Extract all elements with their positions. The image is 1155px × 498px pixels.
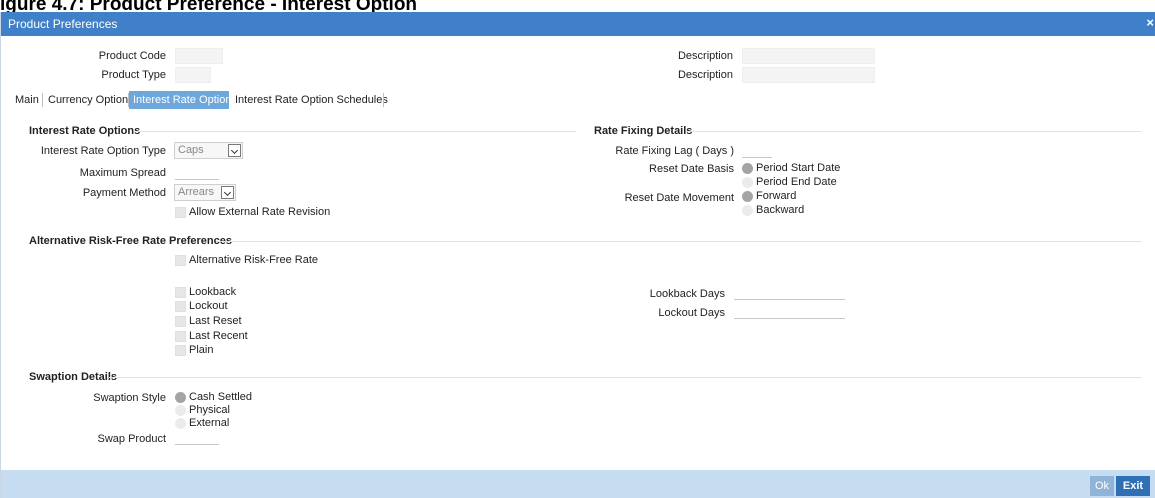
swap-product-label: Swap Product xyxy=(97,433,166,445)
interest-rate-option-type-value: Caps xyxy=(178,144,204,156)
interest-rate-option-type-select[interactable]: Caps xyxy=(174,142,243,159)
lookback-days-label: Lookback Days xyxy=(649,288,725,300)
maximum-spread-field[interactable] xyxy=(175,164,219,180)
cash-settled-radio[interactable] xyxy=(175,392,186,403)
last-reset-checkbox[interactable] xyxy=(175,316,186,327)
lookback-label: Lookback xyxy=(189,286,237,298)
swaption-details-title: Swaption Details xyxy=(29,371,118,383)
lockout-label: Lockout xyxy=(189,300,228,312)
reset-date-basis-label: Reset Date Basis xyxy=(649,163,734,175)
lockout-days-field[interactable] xyxy=(734,303,845,319)
tab-separator xyxy=(42,93,43,107)
lockout-checkbox[interactable] xyxy=(175,301,186,312)
swap-product-field[interactable] xyxy=(175,429,219,445)
swaption-style-label: Swaption Style xyxy=(93,392,166,404)
window-title: Product Preferences xyxy=(8,17,118,31)
last-recent-checkbox[interactable] xyxy=(175,331,186,342)
alternative-risk-free-rate-checkbox[interactable] xyxy=(175,255,186,266)
backward-radio[interactable] xyxy=(742,205,753,216)
physical-radio[interactable] xyxy=(175,405,186,416)
interest-rate-options-title: Interest Rate Options xyxy=(29,125,141,137)
maximum-spread-label: Maximum Spread xyxy=(79,167,166,179)
alternative-risk-free-rate-label: Alternative Risk-Free Rate xyxy=(189,254,318,266)
tab-main[interactable]: Main xyxy=(11,91,43,109)
backward-label: Backward xyxy=(756,204,805,216)
section-divider xyxy=(109,377,1142,378)
chevron-down-icon[interactable] xyxy=(228,144,241,157)
physical-label: Physical xyxy=(189,404,230,416)
reset-date-movement-label: Reset Date Movement xyxy=(624,192,734,204)
tab-interest-rate-option-schedules[interactable]: Interest Rate Option Schedules xyxy=(231,91,392,109)
period-end-date-radio[interactable] xyxy=(742,177,753,188)
chevron-down-icon[interactable] xyxy=(221,186,234,199)
product-code-field[interactable] xyxy=(175,48,223,64)
section-divider xyxy=(216,241,1142,242)
lookback-checkbox[interactable] xyxy=(175,287,186,298)
last-reset-label: Last Reset xyxy=(189,315,242,327)
rate-fixing-lag-field[interactable] xyxy=(742,142,772,158)
rate-fixing-lag-label: Rate Fixing Lag ( Days ) xyxy=(615,145,734,157)
payment-method-select[interactable]: Arrears xyxy=(174,184,236,201)
product-type-label: Product Type xyxy=(101,69,166,81)
exit-button[interactable]: Exit xyxy=(1116,476,1150,496)
window-footer: Ok Exit xyxy=(1,470,1155,498)
arfr-preferences-title: Alternative Risk-Free Rate Preferences xyxy=(29,235,232,247)
last-recent-label: Last Recent xyxy=(189,330,248,342)
section-divider xyxy=(686,131,1142,132)
product-type-field[interactable] xyxy=(175,67,211,83)
description-label-1: Description xyxy=(677,50,733,62)
rate-fixing-details-title: Rate Fixing Details xyxy=(594,125,693,137)
product-code-label: Product Code xyxy=(98,50,166,62)
ok-button[interactable]: Ok xyxy=(1090,476,1114,496)
payment-method-value: Arrears xyxy=(178,186,215,198)
lockout-days-label: Lockout Days xyxy=(658,307,725,319)
description-field-2[interactable] xyxy=(742,67,875,83)
close-icon[interactable]: × xyxy=(1146,16,1154,30)
description-label-2: Description xyxy=(677,69,733,81)
section-divider xyxy=(136,131,576,132)
interest-rate-option-type-label: Interest Rate Option Type xyxy=(40,145,166,157)
allow-external-rate-revision-label: Allow External Rate Revision xyxy=(189,206,331,218)
lookback-days-field[interactable] xyxy=(734,284,845,300)
description-field-1[interactable] xyxy=(742,48,875,64)
plain-label: Plain xyxy=(189,344,214,356)
period-start-date-radio[interactable] xyxy=(742,163,753,174)
period-end-date-label: Period End Date xyxy=(756,176,837,188)
tab-interest-rate-option[interactable]: Interest Rate Option xyxy=(129,91,231,109)
payment-method-label: Payment Method xyxy=(82,187,166,199)
external-radio[interactable] xyxy=(175,418,186,429)
tab-separator xyxy=(383,93,384,107)
window-titlebar: Product Preferences × xyxy=(1,12,1155,36)
cash-settled-label: Cash Settled xyxy=(189,391,252,403)
forward-label: Forward xyxy=(756,190,797,202)
period-start-date-label: Period Start Date xyxy=(756,162,841,174)
product-preferences-window: Product Preferences × Product Code Produ… xyxy=(0,12,1155,498)
forward-radio[interactable] xyxy=(742,191,753,202)
allow-external-rate-revision-checkbox[interactable] xyxy=(175,207,186,218)
tab-currency-option[interactable]: Currency Option xyxy=(44,91,132,109)
external-label: External xyxy=(189,417,230,429)
plain-checkbox[interactable] xyxy=(175,345,186,356)
